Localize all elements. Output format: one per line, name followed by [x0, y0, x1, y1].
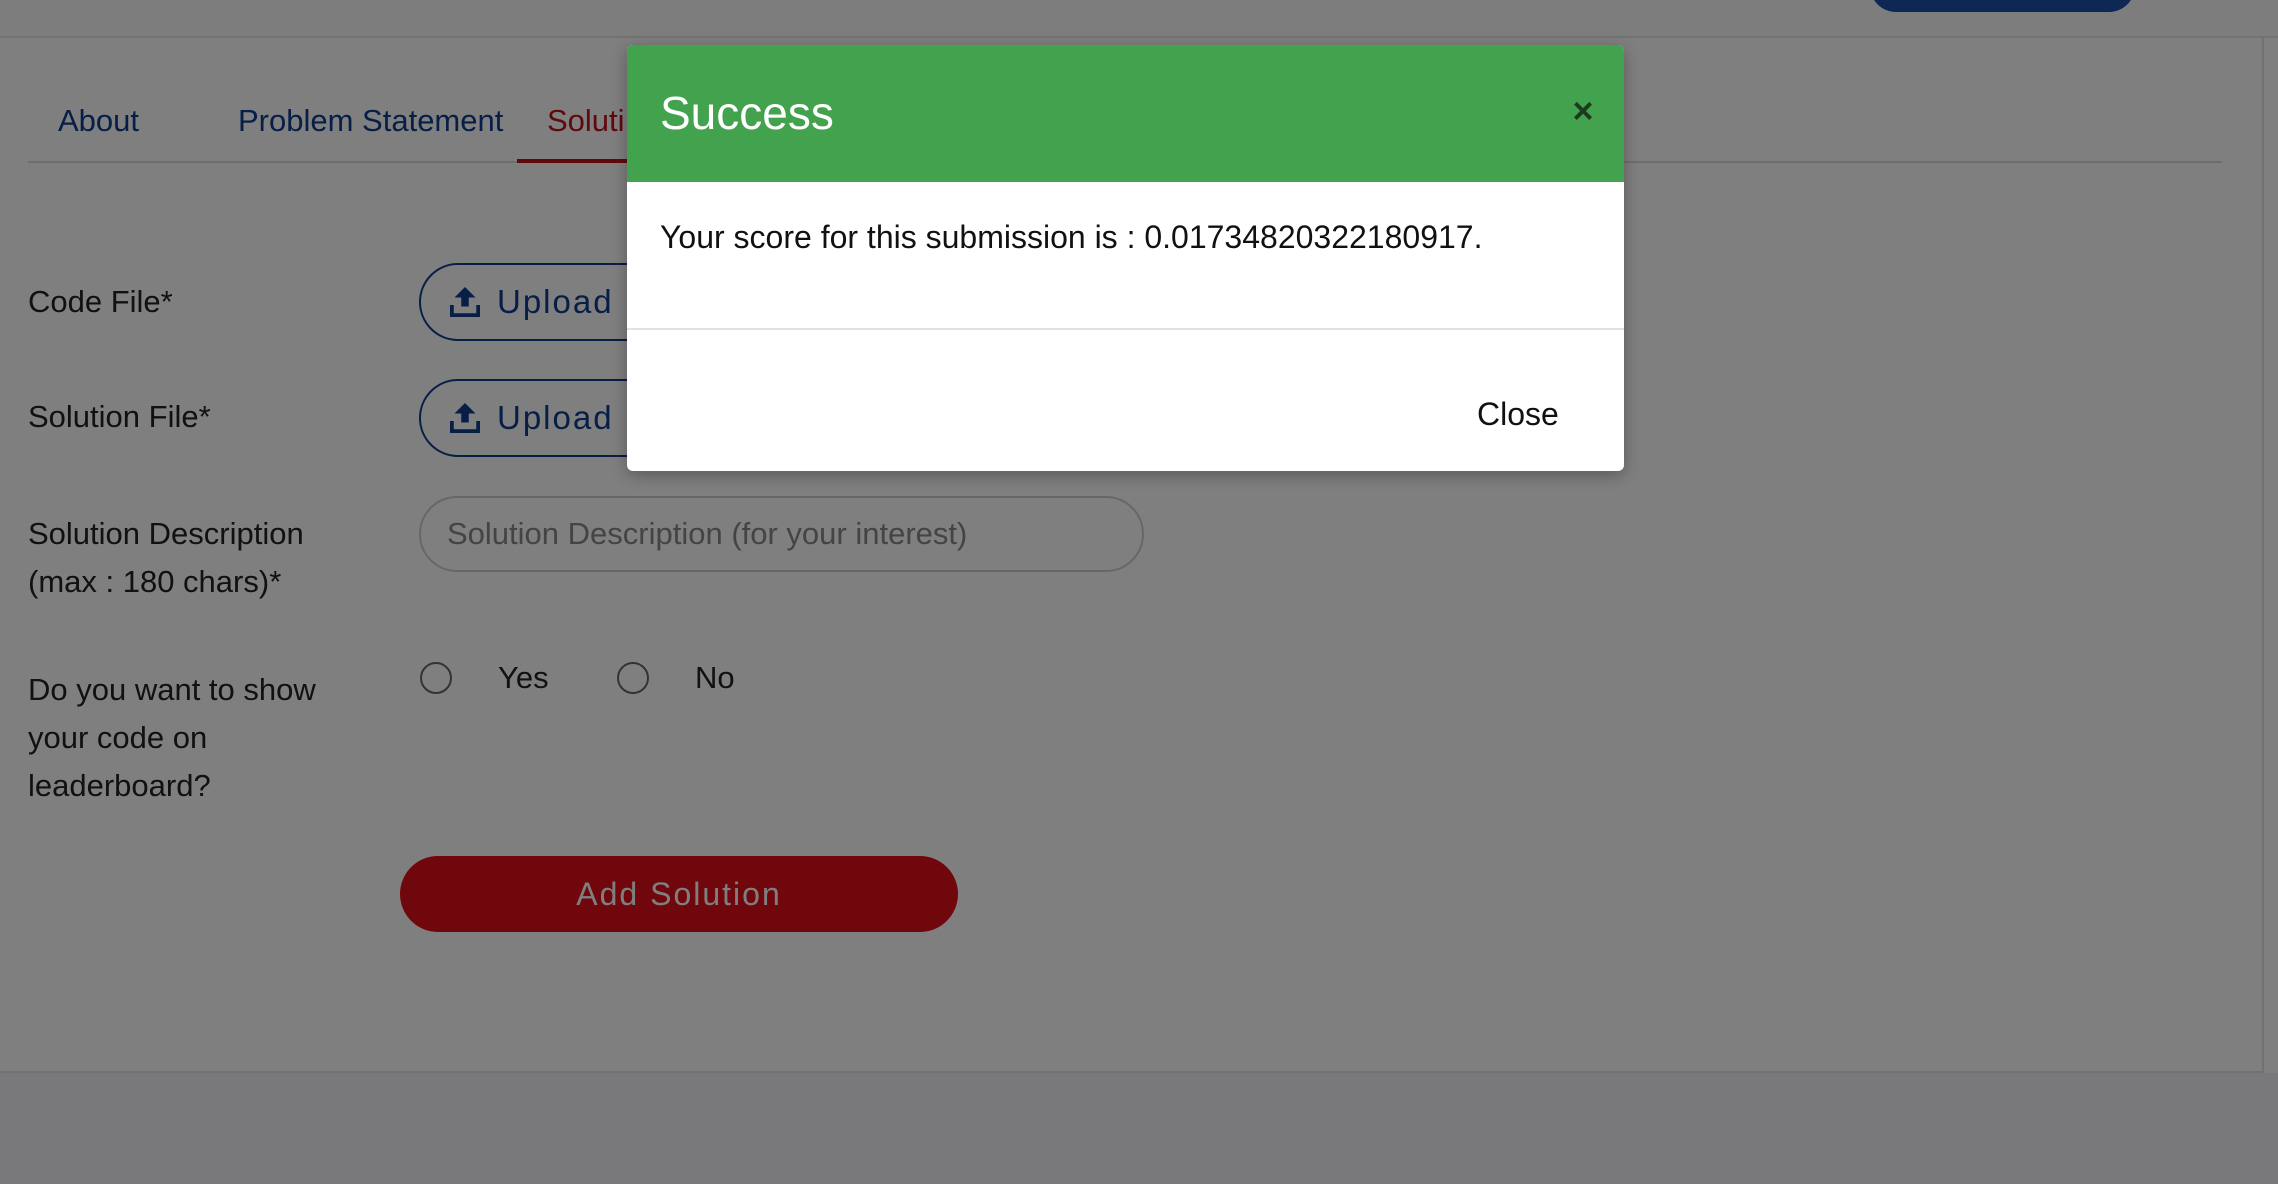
close-icon[interactable]: × — [1555, 83, 1611, 139]
close-button[interactable]: Close — [1477, 396, 1559, 433]
page: About Problem Statement Soluti Code File… — [0, 0, 2278, 1184]
modal-title: Success — [660, 87, 834, 139]
success-modal: Success × Your score for this submission… — [627, 45, 1624, 471]
modal-divider — [627, 328, 1624, 330]
modal-header: Success × — [627, 45, 1624, 182]
modal-message: Your score for this submission is : 0.01… — [660, 219, 1483, 255]
